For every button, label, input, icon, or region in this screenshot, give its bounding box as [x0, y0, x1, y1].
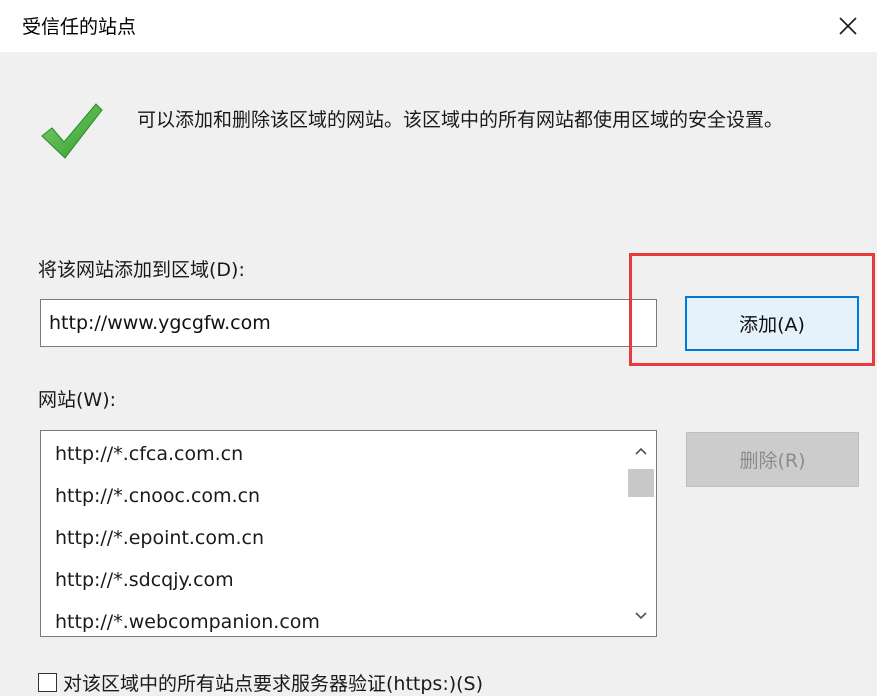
list-item[interactable]: http://*.epoint.com.cn — [55, 517, 615, 559]
list-item[interactable]: http://*.sdcqjy.com — [55, 559, 615, 601]
sites-list: http://*.cfca.com.cn http://*.cnooc.com.… — [55, 433, 615, 636]
list-item[interactable]: http://*.cfca.com.cn — [55, 433, 615, 475]
add-button[interactable]: 添加(A) — [685, 296, 859, 351]
require-https-label: 对该区域中的所有站点要求服务器验证(https:)(S) — [63, 672, 484, 695]
chevron-down-icon — [635, 612, 647, 620]
remove-button[interactable]: 删除(R) — [686, 432, 859, 487]
green-check-icon — [41, 103, 103, 159]
scroll-up-button[interactable] — [626, 437, 656, 465]
title-bar: 受信任的站点 — [0, 0, 877, 52]
sites-listbox[interactable]: http://*.cfca.com.cn http://*.cnooc.com.… — [40, 430, 657, 637]
list-item[interactable]: http://*.webcompanion.com — [55, 601, 615, 636]
info-text: 可以添加和删除该区域的网站。该区域中的所有网站都使用区域的安全设置。 — [137, 109, 784, 131]
sites-label: 网站(W): — [38, 389, 117, 411]
close-button[interactable] — [819, 0, 877, 52]
add-site-label: 将该网站添加到区域(D): — [38, 259, 245, 281]
scroll-thumb[interactable] — [628, 469, 654, 497]
require-https-checkbox[interactable] — [38, 672, 57, 692]
chevron-up-icon — [635, 447, 647, 455]
window-title: 受信任的站点 — [22, 16, 137, 38]
scroll-down-button[interactable] — [626, 602, 656, 630]
vertical-scrollbar[interactable] — [626, 431, 656, 636]
list-item[interactable]: http://*.cnooc.com.cn — [55, 475, 615, 517]
add-site-input[interactable] — [40, 299, 657, 347]
close-icon — [839, 17, 857, 35]
require-https-row[interactable]: 对该区域中的所有站点要求服务器验证(https:)(S) — [38, 668, 483, 696]
